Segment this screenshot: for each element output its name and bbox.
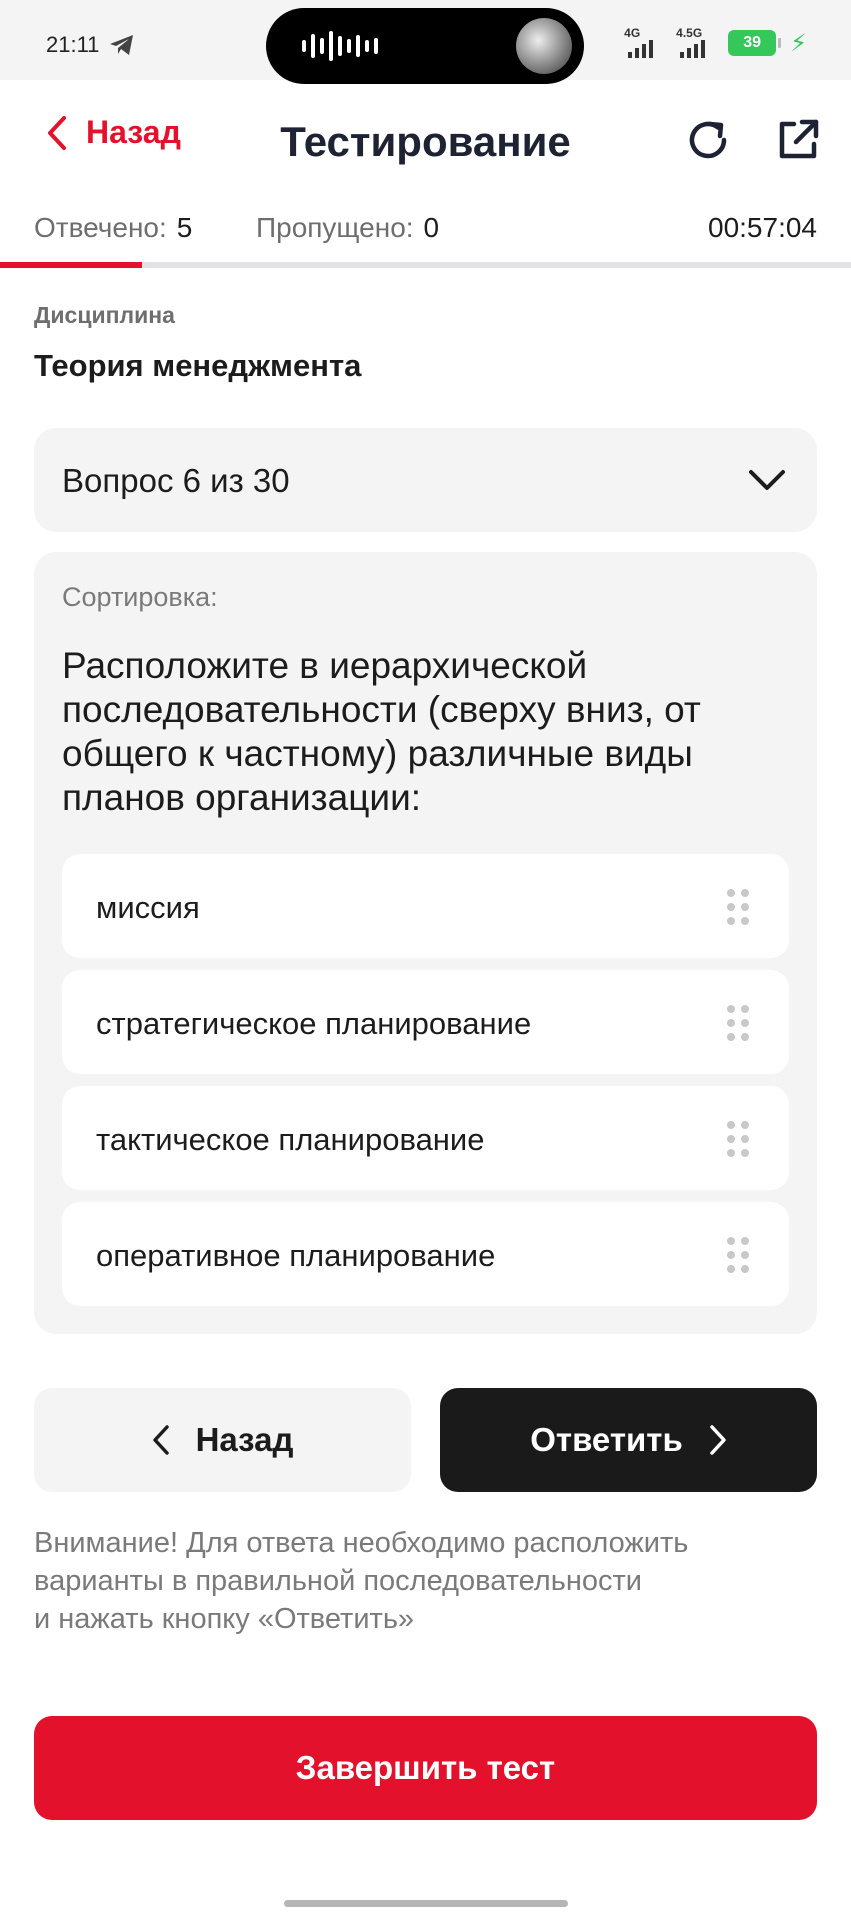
sort-option[interactable]: оперативное планирование (62, 1202, 789, 1306)
question-selector[interactable]: Вопрос 6 из 30 (34, 428, 817, 532)
signal-icon: 4G (624, 26, 662, 58)
previous-question-label: Назад (195, 1421, 294, 1458)
answered-stat: Отвечено: 5 (34, 212, 192, 244)
chevron-right-icon (710, 1425, 726, 1455)
status-indicators: 4G 4.5G 39 ⚡ (624, 26, 807, 58)
finish-test-button[interactable]: Завершить тест (34, 1716, 817, 1820)
answer-label: Ответить (530, 1421, 683, 1458)
status-time: 21:11 (46, 32, 100, 57)
question-selector-value: Вопрос 6 из 30 (62, 462, 290, 499)
signal-icon: 4.5G (676, 26, 714, 58)
status-time-group: 21:11 (46, 32, 135, 58)
refresh-icon (689, 121, 727, 159)
signal1-label: 4G (624, 26, 641, 40)
header-back-label: Назад (86, 114, 181, 150)
answered-label: Отвечено: (34, 212, 167, 243)
sort-option-label: миссия (96, 890, 200, 925)
sort-option-label: стратегическое планирование (96, 1006, 532, 1041)
sort-option-label: оперативное планирование (96, 1238, 496, 1273)
chevron-left-icon (152, 1425, 169, 1455)
home-indicator[interactable] (284, 1900, 568, 1907)
sort-option[interactable]: тактическое планирование (62, 1086, 789, 1190)
drag-handle-icon[interactable] (725, 1236, 751, 1274)
test-stats: Отвечено: 5 Пропущено: 0 00:57:04 (0, 200, 851, 262)
battery-indicator: 39 (728, 30, 782, 56)
dynamic-island[interactable] (266, 8, 584, 84)
skipped-label: Пропущено: (256, 212, 414, 243)
previous-question-button[interactable]: Назад (34, 1388, 411, 1492)
progress-bar (0, 262, 851, 268)
chevron-down-icon (749, 470, 785, 490)
sort-option-label: тактическое планирование (96, 1122, 485, 1157)
sort-option[interactable]: миссия (62, 854, 789, 958)
chevron-left-icon (48, 115, 66, 150)
question-card: Сортировка: Расположите в иерархической … (34, 552, 817, 1334)
external-link-icon (779, 119, 819, 159)
answer-button[interactable]: Ответить (440, 1388, 817, 1492)
progress-fill (0, 262, 142, 268)
skipped-stat: Пропущено: 0 (256, 212, 439, 244)
discipline-label: Дисциплина (34, 302, 175, 328)
telegram-icon (110, 35, 134, 55)
charging-bolt-icon: ⚡ (790, 29, 807, 57)
instruction-notice: Внимание! Для ответа необходимо располож… (34, 1527, 689, 1635)
answered-value: 5 (176, 212, 193, 243)
timer: 00:57:04 (708, 212, 817, 243)
discipline-value: Теория менеджмента (34, 348, 362, 383)
open-external-button[interactable] (774, 116, 822, 164)
audio-wave-icon (302, 8, 378, 84)
status-bar: 21:11 4G 4.5G 39 ⚡ (0, 0, 851, 84)
app-header: Назад Тестирование (0, 80, 851, 200)
drag-handle-icon[interactable] (725, 888, 751, 926)
question-type: Сортировка: (62, 582, 218, 612)
signal2-label: 4.5G (676, 26, 703, 40)
question-text: Расположите в иерархической последовател… (62, 645, 701, 818)
skipped-value: 0 (423, 212, 440, 243)
sort-option[interactable]: стратегическое планирование (62, 970, 789, 1074)
album-art (516, 18, 572, 74)
header-back-button[interactable]: Назад (46, 114, 181, 151)
drag-handle-icon[interactable] (725, 1120, 751, 1158)
drag-handle-icon[interactable] (725, 1004, 751, 1042)
refresh-button[interactable] (684, 116, 732, 164)
